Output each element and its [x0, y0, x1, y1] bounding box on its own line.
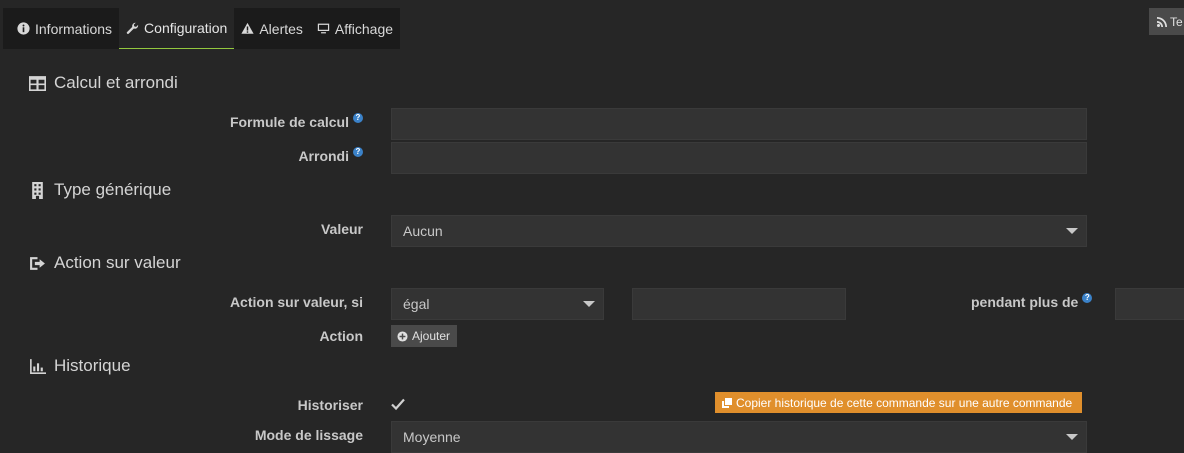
section-calcul: Calcul et arrondi: [29, 73, 178, 93]
copy-icon: [722, 397, 732, 408]
historiser-label: Historiser: [297, 397, 363, 413]
section-action: Action sur valeur: [29, 253, 181, 273]
table-icon: [29, 75, 46, 91]
arrondi-label: Arrondi?: [298, 147, 363, 164]
tab-label: Alertes: [259, 20, 303, 37]
help-icon[interactable]: ?: [353, 147, 363, 157]
tab-label: Informations: [35, 20, 113, 37]
copy-history-button[interactable]: Copier historique de cette commande sur …: [715, 392, 1082, 413]
formule-field[interactable]: [391, 108, 1087, 140]
operator-select[interactable]: égal: [391, 288, 604, 320]
compare-value-field[interactable]: [632, 288, 846, 320]
test-button-label: Te: [1170, 14, 1183, 29]
section-title-text: Action sur valeur: [54, 253, 181, 272]
help-icon[interactable]: ?: [1082, 293, 1093, 303]
duration-label: pendant plus de?: [971, 293, 1093, 310]
tab-affichage[interactable]: Affichage: [310, 8, 400, 49]
valeur-label: Valeur: [320, 221, 363, 237]
valeur-select[interactable]: Aucun: [391, 215, 1087, 247]
section-title-text: Type générique: [54, 180, 172, 199]
add-action-button[interactable]: Ajouter: [391, 325, 457, 347]
warning-icon: [241, 22, 254, 34]
info-circle-icon: [17, 22, 30, 35]
test-button[interactable]: Te: [1149, 8, 1184, 35]
rss-icon: [1157, 16, 1167, 27]
tab-informations[interactable]: Informations: [3, 8, 119, 49]
copy-button-label: Copier historique de cette commande sur …: [736, 395, 1073, 410]
duration-field[interactable]: [1115, 288, 1184, 320]
tab-configuration[interactable]: Configuration: [119, 8, 235, 49]
caret-down-icon: [583, 301, 595, 307]
condition-label: Action sur valeur, si: [229, 294, 363, 310]
tab-bar: Informations Configuration Alertes Affic…: [3, 8, 401, 49]
arrondi-field[interactable]: [391, 142, 1087, 174]
historiser-checkbox[interactable]: [390, 396, 406, 412]
tab-label: Affichage: [334, 20, 394, 37]
sign-out-icon: [30, 256, 45, 270]
caret-down-icon: [1066, 228, 1078, 234]
action-label: Action: [319, 328, 363, 344]
plus-circle-icon: [397, 330, 408, 342]
section-title-text: Calcul et arrondi: [54, 73, 178, 92]
section-generic: Type générique: [29, 180, 171, 200]
building-icon: [32, 181, 43, 199]
tab-label: Configuration: [144, 20, 228, 36]
lissage-select[interactable]: Moyenne: [391, 421, 1087, 453]
bar-chart-icon: [30, 358, 46, 374]
help-icon[interactable]: ?: [353, 113, 363, 123]
formule-label: Formule de calcul?: [230, 113, 363, 130]
section-title-text: Historique: [54, 356, 131, 375]
monitor-icon: [317, 23, 330, 34]
wrench-icon: [126, 22, 139, 34]
lissage-label: Mode de lissage: [254, 427, 363, 443]
section-historique: Historique: [29, 356, 131, 376]
tab-alertes[interactable]: Alertes: [234, 8, 310, 49]
add-button-label: Ajouter: [412, 329, 451, 343]
